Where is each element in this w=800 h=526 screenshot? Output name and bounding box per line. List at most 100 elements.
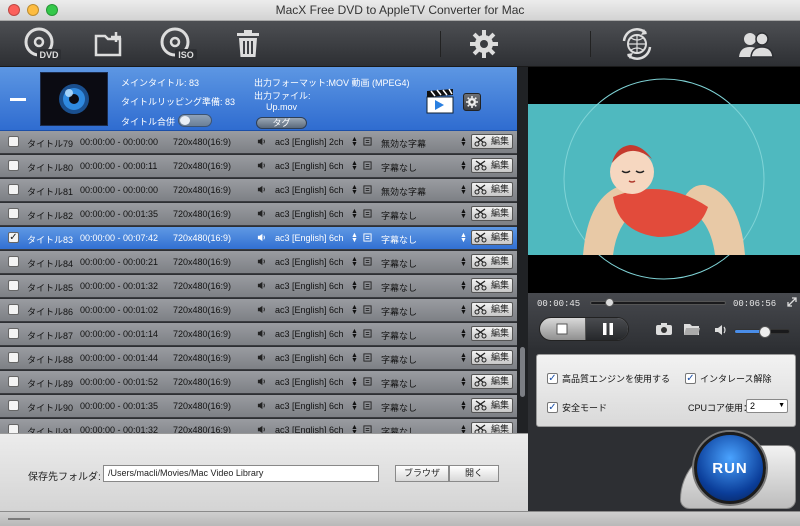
edit-button[interactable]: 編集 (471, 134, 513, 149)
row-checkbox[interactable] (8, 328, 19, 339)
row-audio-track[interactable]: ac3 [English] 6ch (275, 257, 344, 267)
edit-button[interactable]: 編集 (471, 206, 513, 221)
table-row[interactable]: タイトル82 00:00:00 - 00:01:35 720x480(16:9) ac… (0, 203, 517, 226)
row-checkbox[interactable] (8, 256, 19, 267)
edit-button[interactable]: 編集 (471, 422, 513, 433)
table-row[interactable]: タイトル80 00:00:00 - 00:00:11 720x480(16:9) ac… (0, 155, 517, 178)
row-checkbox[interactable] (8, 208, 19, 219)
audio-dropdown-arrows-icon[interactable]: ▲ ▼ (351, 424, 358, 433)
collapse-button[interactable] (8, 91, 28, 107)
audio-dropdown-arrows-icon[interactable]: ▲ ▼ (351, 304, 358, 316)
output-folder-field[interactable]: /Users/macli/Movies/Mac Video Library (103, 465, 379, 482)
row-checkbox[interactable]: ✓ (8, 232, 19, 243)
cpu-core-select[interactable]: 2 ▼ (746, 399, 788, 413)
table-row[interactable]: タイトル84 00:00:00 - 00:00:21 720x480(16:9) ac… (0, 251, 517, 274)
row-audio-track[interactable]: ac3 [English] 6ch (275, 425, 344, 433)
row-checkbox[interactable] (8, 424, 19, 433)
subtitle-dropdown-arrows-icon[interactable]: ▲ ▼ (460, 304, 467, 316)
edit-button[interactable]: 編集 (471, 230, 513, 245)
edit-button[interactable]: 編集 (471, 326, 513, 341)
run-button[interactable]: RUN (694, 432, 766, 504)
subtitle-dropdown-arrows-icon[interactable]: ▲ ▼ (460, 232, 467, 244)
row-audio-track[interactable]: ac3 [English] 6ch (275, 353, 344, 363)
row-subtitle[interactable]: 無効な字幕 (381, 185, 426, 198)
deinterlace-option[interactable]: ✓ インタレース解除 (685, 372, 772, 385)
audio-dropdown-arrows-icon[interactable]: ▲ ▼ (351, 280, 358, 292)
resize-handle[interactable] (8, 518, 30, 520)
title-list-scrollbar[interactable] (517, 67, 528, 433)
audio-dropdown-arrows-icon[interactable]: ▲ ▼ (351, 184, 358, 196)
table-row[interactable]: ✓ タイトル83 00:00:00 - 00:07:42 720x480(16:9) a… (0, 227, 517, 250)
hq-engine-option[interactable]: ✓ 高品質エンジンを使用する (547, 372, 670, 385)
audio-dropdown-arrows-icon[interactable]: ▲ ▼ (351, 328, 358, 340)
table-row[interactable]: タイトル81 00:00:00 - 00:00:00 720x480(16:9) ac… (0, 179, 517, 202)
table-row[interactable]: タイトル90 00:00:00 - 00:01:35 720x480(16:9) ac… (0, 395, 517, 418)
row-audio-track[interactable]: ac3 [English] 6ch (275, 233, 344, 243)
settings-button[interactable] (466, 25, 502, 63)
volume-icon[interactable] (714, 324, 728, 336)
row-checkbox[interactable] (8, 136, 19, 147)
audio-dropdown-arrows-icon[interactable]: ▲ ▼ (351, 136, 358, 148)
edit-button[interactable]: 編集 (471, 278, 513, 293)
profile-button[interactable] (736, 25, 776, 63)
subtitle-dropdown-arrows-icon[interactable]: ▲ ▼ (460, 256, 467, 268)
row-subtitle[interactable]: 字幕なし (381, 401, 417, 414)
edit-button[interactable]: 編集 (471, 398, 513, 413)
edit-button[interactable]: 編集 (471, 374, 513, 389)
edit-button[interactable]: 編集 (471, 158, 513, 173)
pause-button[interactable] (585, 318, 628, 340)
update-button[interactable] (618, 25, 656, 63)
subtitle-dropdown-arrows-icon[interactable]: ▲ ▼ (460, 184, 467, 196)
subtitle-dropdown-arrows-icon[interactable]: ▲ ▼ (460, 400, 467, 412)
stop-button[interactable] (540, 318, 584, 340)
subtitle-dropdown-arrows-icon[interactable]: ▲ ▼ (460, 280, 467, 292)
seek-knob[interactable] (604, 298, 614, 307)
edit-button[interactable]: 編集 (471, 302, 513, 317)
output-settings-button[interactable] (463, 93, 481, 111)
table-row[interactable]: タイトル87 00:00:00 - 00:01:14 720x480(16:9) ac… (0, 323, 517, 346)
table-row[interactable]: タイトル89 00:00:00 - 00:01:52 720x480(16:9) ac… (0, 371, 517, 394)
row-audio-track[interactable]: ac3 [English] 6ch (275, 161, 344, 171)
audio-dropdown-arrows-icon[interactable]: ▲ ▼ (351, 160, 358, 172)
add-folder-button[interactable] (92, 25, 128, 63)
audio-dropdown-arrows-icon[interactable]: ▲ ▼ (351, 376, 358, 388)
row-checkbox[interactable] (8, 352, 19, 363)
load-iso-button[interactable]: ISO (158, 25, 198, 63)
row-checkbox[interactable] (8, 376, 19, 387)
safe-mode-option[interactable]: ✓ 安全モード (547, 401, 607, 414)
subtitle-dropdown-arrows-icon[interactable]: ▲ ▼ (460, 376, 467, 388)
subtitle-dropdown-arrows-icon[interactable]: ▲ ▼ (460, 424, 467, 433)
volume-slider[interactable] (734, 326, 790, 338)
edit-button[interactable]: 編集 (471, 254, 513, 269)
table-row[interactable]: タイトル79 00:00:00 - 00:00:00 720x480(16:9) ac… (0, 131, 517, 154)
audio-dropdown-arrows-icon[interactable]: ▲ ▼ (351, 232, 358, 244)
row-subtitle[interactable]: 字幕なし (381, 305, 417, 318)
zoom-window-button[interactable] (46, 4, 58, 16)
minimize-window-button[interactable] (27, 4, 39, 16)
load-dvd-button[interactable]: DVD (22, 25, 62, 63)
open-folder-icon[interactable] (683, 322, 701, 336)
row-audio-track[interactable]: ac3 [English] 6ch (275, 209, 344, 219)
table-row[interactable]: タイトル86 00:00:00 - 00:01:02 720x480(16:9) ac… (0, 299, 517, 322)
row-subtitle[interactable]: 字幕なし (381, 329, 417, 342)
scrollbar-thumb[interactable] (520, 347, 525, 397)
fullscreen-icon[interactable] (787, 297, 797, 307)
audio-dropdown-arrows-icon[interactable]: ▲ ▼ (351, 400, 358, 412)
camera-icon[interactable] (655, 322, 673, 336)
seek-bar[interactable] (590, 298, 726, 307)
open-button[interactable]: 開く (449, 465, 499, 482)
row-audio-track[interactable]: ac3 [English] 6ch (275, 281, 344, 291)
edit-button[interactable]: 編集 (471, 182, 513, 197)
row-audio-track[interactable]: ac3 [English] 6ch (275, 329, 344, 339)
row-audio-track[interactable]: ac3 [English] 2ch (275, 137, 344, 147)
merge-titles-toggle[interactable] (178, 114, 212, 127)
hq-engine-checkbox[interactable]: ✓ (547, 373, 558, 384)
row-checkbox[interactable] (8, 184, 19, 195)
row-audio-track[interactable]: ac3 [English] 6ch (275, 377, 344, 387)
row-subtitle[interactable]: 無効な字幕 (381, 137, 426, 150)
deinterlace-checkbox[interactable]: ✓ (685, 373, 696, 384)
subtitle-dropdown-arrows-icon[interactable]: ▲ ▼ (460, 160, 467, 172)
table-row[interactable]: タイトル91 00:00:00 - 00:01:32 720x480(16:9) ac… (0, 419, 517, 433)
table-row[interactable]: タイトル85 00:00:00 - 00:01:32 720x480(16:9) ac… (0, 275, 517, 298)
row-subtitle[interactable]: 字幕なし (381, 377, 417, 390)
